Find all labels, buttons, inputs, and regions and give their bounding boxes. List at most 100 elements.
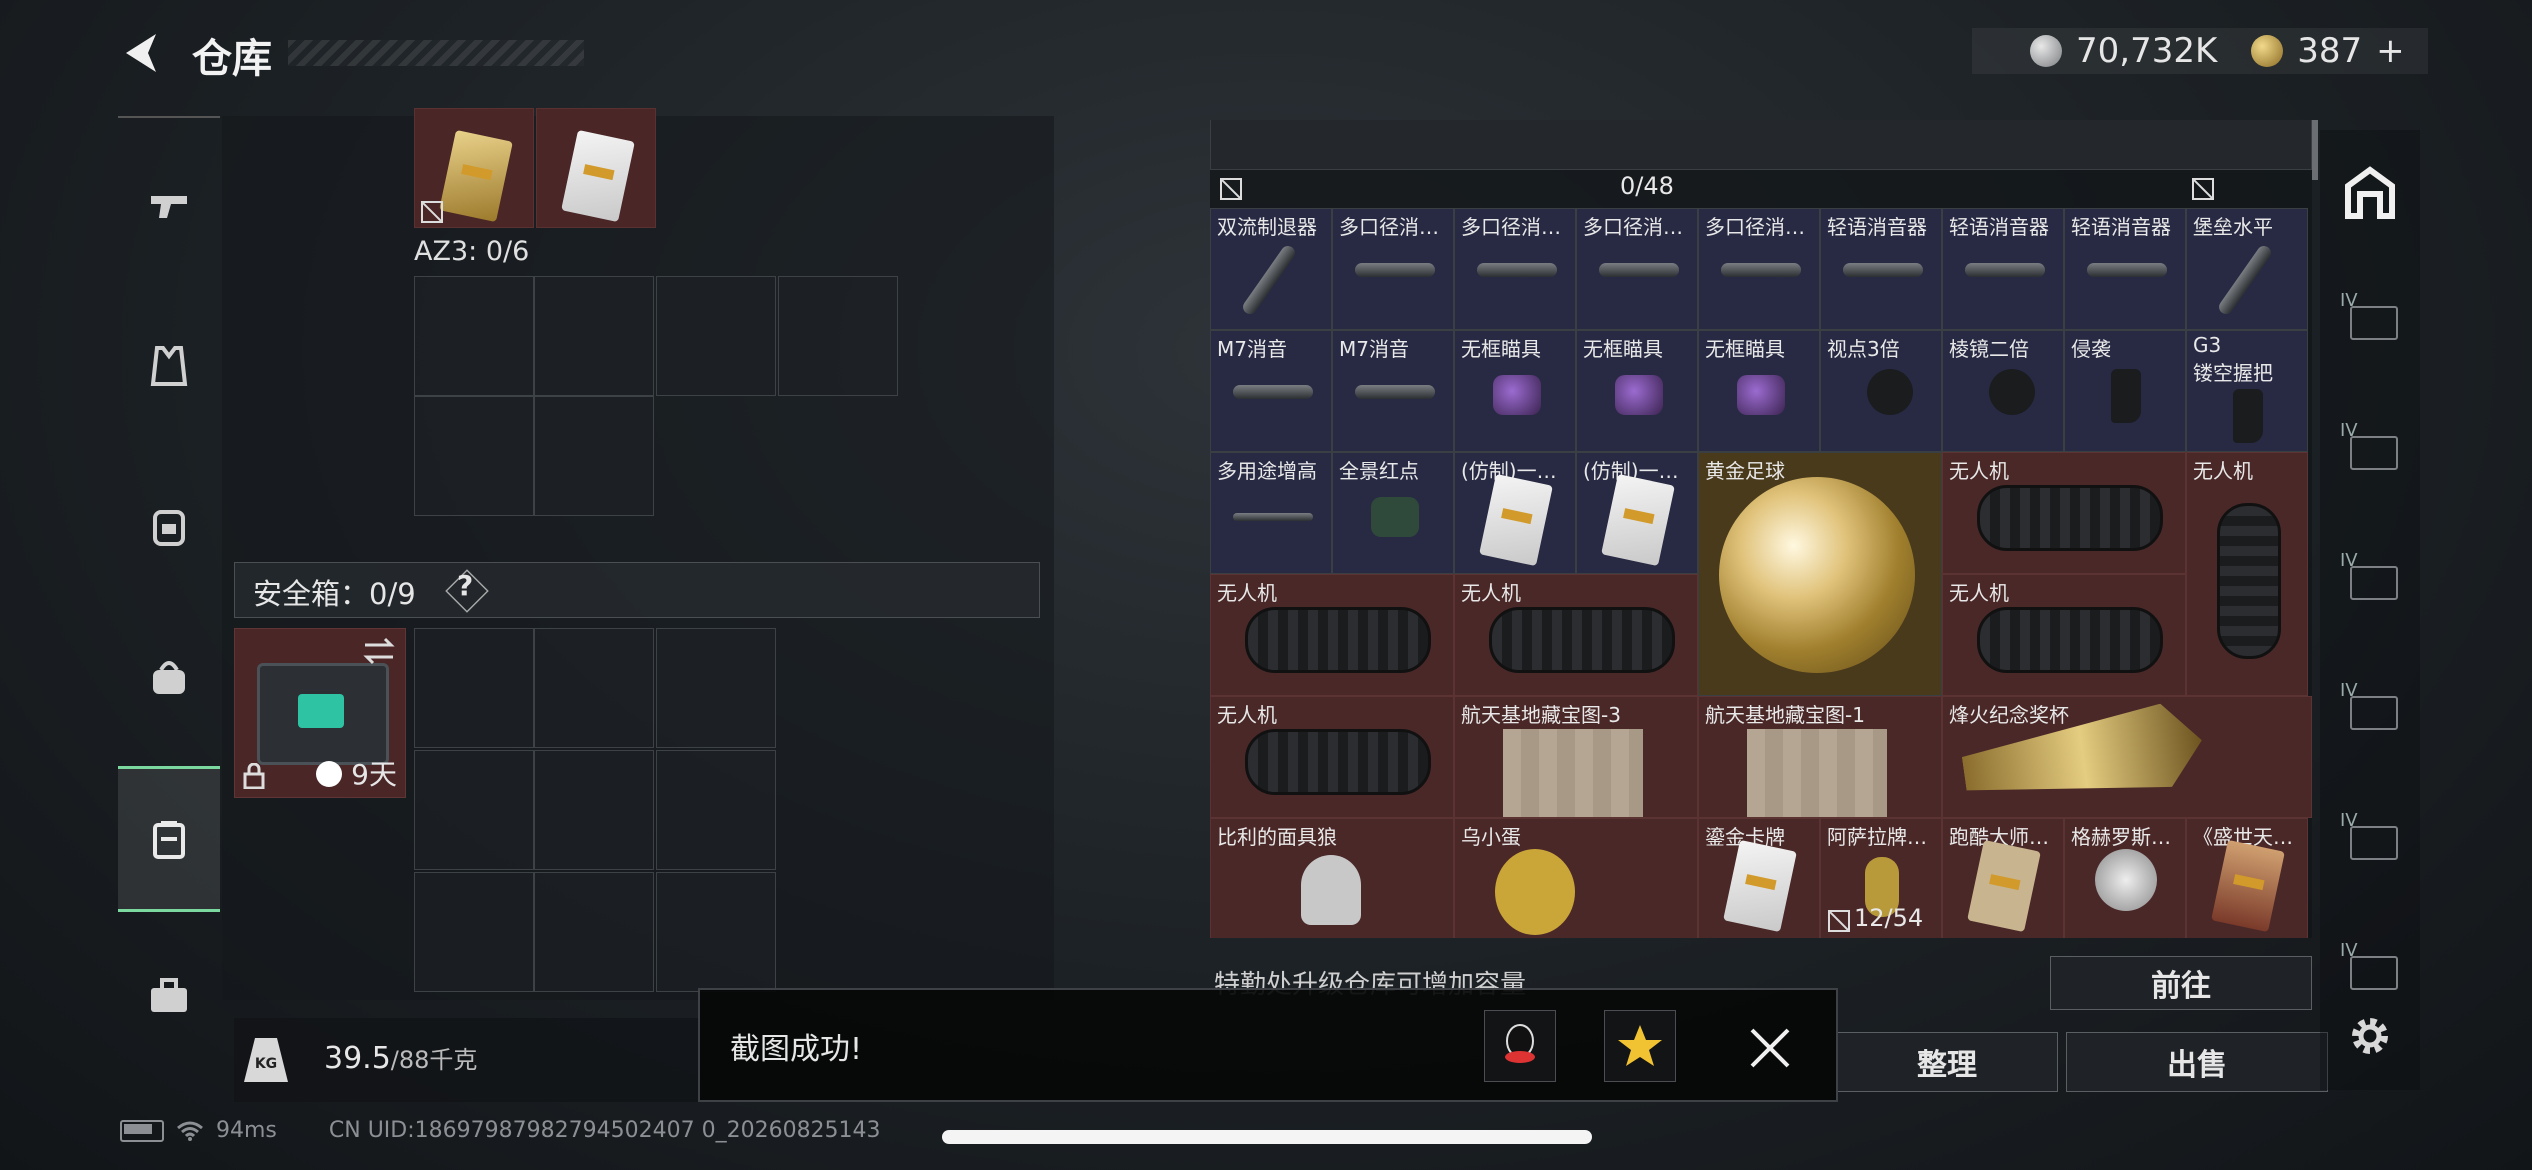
sort-button[interactable]: 整理: [1836, 1032, 2058, 1092]
storage-item[interactable]: 多口径消…: [1454, 208, 1576, 330]
storage-item-drone[interactable]: 无人机: [2186, 452, 2308, 696]
storage-item[interactable]: 鎏金卡牌: [1698, 818, 1820, 938]
warehouse-icon[interactable]: [2342, 164, 2398, 220]
sell-button[interactable]: 出售: [2066, 1032, 2328, 1092]
back-arrow-icon[interactable]: [118, 28, 168, 78]
item-card-icon: [561, 129, 635, 223]
storage-item[interactable]: 视点3倍: [1820, 330, 1942, 452]
az3-slot[interactable]: [534, 276, 654, 396]
page-title: 仓库: [192, 36, 272, 82]
weight-indicator: KG 39.5/88千克: [234, 1018, 704, 1102]
safebox-slot[interactable]: [656, 872, 776, 992]
rail-weapon[interactable]: [118, 136, 220, 276]
storage-item[interactable]: 全景红点: [1332, 452, 1454, 574]
storage-tab-3[interactable]: IV: [2340, 550, 2400, 610]
storage-item-map[interactable]: 航天基地藏宝图-1: [1698, 696, 1942, 818]
safebox-slot[interactable]: [414, 872, 534, 992]
storage-item[interactable]: 跑酷大师…: [1942, 818, 2064, 938]
storage-item-drone[interactable]: 无人机: [1942, 452, 2186, 574]
az3-slot[interactable]: [414, 396, 534, 516]
storage-tab-2[interactable]: IV: [2340, 420, 2400, 480]
rail-safebox[interactable]: [118, 766, 220, 912]
storage-item[interactable]: 无框瞄具: [1698, 330, 1820, 452]
storage-bottom-count: 12/54: [1854, 904, 1924, 932]
help-icon[interactable]: ?: [457, 569, 473, 602]
share-qzone-button[interactable]: [1604, 1010, 1676, 1082]
storage-item-map[interactable]: 航天基地藏宝图-3: [1454, 696, 1698, 818]
storage-scrollbar[interactable]: [2312, 120, 2318, 180]
rail-toolbox[interactable]: [118, 926, 220, 1066]
storage-tab-4[interactable]: IV: [2340, 680, 2400, 740]
safebox-capacity-label: 安全箱：0/9: [253, 577, 416, 611]
storage-item[interactable]: 《盛世天…: [2186, 818, 2308, 938]
az3-slot[interactable]: [414, 276, 534, 396]
storage-item-drone[interactable]: 无人机: [1942, 574, 2186, 696]
safebox-slot[interactable]: [414, 750, 534, 870]
share-qq-button[interactable]: [1484, 1010, 1556, 1082]
storage-item-drone[interactable]: 无人机: [1210, 574, 1454, 696]
az3-item-slot[interactable]: [414, 108, 534, 228]
settings-gear-icon[interactable]: [2346, 1012, 2394, 1060]
storage-item[interactable]: 轻语消音器: [1820, 208, 1942, 330]
safebox-slot[interactable]: [534, 750, 654, 870]
az3-slot[interactable]: [778, 276, 898, 396]
no-share-icon: [1220, 178, 1242, 200]
az3-item-slot[interactable]: [536, 108, 656, 228]
az3-capacity-label: AZ3: 0/6: [414, 236, 530, 267]
storage-tab-1[interactable]: IV: [2340, 290, 2400, 350]
rail-bag[interactable]: [118, 606, 220, 746]
storage-tab-6[interactable]: IV: [2340, 940, 2400, 1000]
storage-item[interactable]: 格赫罗斯…: [2064, 818, 2186, 938]
storage-top-count: 0/48: [1620, 172, 1674, 200]
safebox-slot[interactable]: [656, 628, 776, 748]
storage-item[interactable]: (仿制)一…: [1576, 452, 1698, 574]
rail-backpack[interactable]: [118, 456, 220, 596]
storage-item-trophy[interactable]: 烽火纪念奖杯: [1942, 696, 2312, 818]
storage-item[interactable]: 轻语消音器: [2064, 208, 2186, 330]
swap-icon[interactable]: [363, 637, 395, 665]
az3-slot[interactable]: [534, 396, 654, 516]
safebox-slot[interactable]: [534, 872, 654, 992]
storage-item[interactable]: 多口径消…: [1698, 208, 1820, 330]
storage-item[interactable]: 多口径消…: [1332, 208, 1454, 330]
storage-item-drone[interactable]: 无人机: [1210, 696, 1454, 818]
storage-item[interactable]: 轻语消音器: [1942, 208, 2064, 330]
storage-item[interactable]: 侵袭: [2064, 330, 2186, 452]
storage-item[interactable]: 堡垒水平: [2186, 208, 2308, 330]
storage-item[interactable]: M7消音: [1332, 330, 1454, 452]
goto-button[interactable]: 前往: [2050, 956, 2312, 1010]
storage-item[interactable]: G3 镂空握把: [2186, 330, 2308, 452]
storage-tab-5[interactable]: IV: [2340, 810, 2400, 870]
storage-item[interactable]: 无框瞄具: [1576, 330, 1698, 452]
rail-armor[interactable]: [118, 296, 220, 436]
storage-item[interactable]: 多口径消…: [1576, 208, 1698, 330]
weight-value: 39.5/88千克: [324, 1041, 478, 1076]
storage-item[interactable]: 多用途增高: [1210, 452, 1332, 574]
storage-item-gold-ball[interactable]: 黄金足球: [1698, 452, 1942, 696]
qzone-star-icon: [1618, 1025, 1662, 1066]
storage-item[interactable]: 无框瞄具: [1454, 330, 1576, 452]
safebox-slot[interactable]: [534, 628, 654, 748]
close-icon[interactable]: [1740, 1018, 1800, 1078]
currency-panel: 70,732K 387 +: [1972, 28, 2428, 74]
storage-row-partial: [1210, 120, 2312, 170]
safebox-slot[interactable]: [414, 628, 534, 748]
storage-item[interactable]: 乌小蛋: [1454, 818, 1698, 938]
safebox-item[interactable]: 9天: [234, 628, 406, 798]
bag-icon: [153, 661, 185, 694]
gold-add-button[interactable]: +: [2376, 31, 2405, 71]
home-indicator[interactable]: [942, 1130, 1592, 1144]
gold-coin-icon: [2251, 35, 2284, 67]
storage-item[interactable]: 比利的面具狼: [1210, 818, 1454, 938]
ping-value: 94ms: [216, 1118, 277, 1143]
storage-item[interactable]: M7消音: [1210, 330, 1332, 452]
uid-label: CN UID:18697987982794502407 0_2026082514…: [328, 1118, 881, 1143]
safebox-days: 9天: [316, 753, 397, 793]
no-share-icon: [421, 201, 443, 223]
storage-item[interactable]: 棱镜二倍: [1942, 330, 2064, 452]
safebox-slot[interactable]: [656, 750, 776, 870]
storage-item[interactable]: (仿制)一…: [1454, 452, 1576, 574]
storage-item[interactable]: 双流制退器: [1210, 208, 1332, 330]
storage-item-drone[interactable]: 无人机: [1454, 574, 1698, 696]
az3-slot[interactable]: [656, 276, 776, 396]
